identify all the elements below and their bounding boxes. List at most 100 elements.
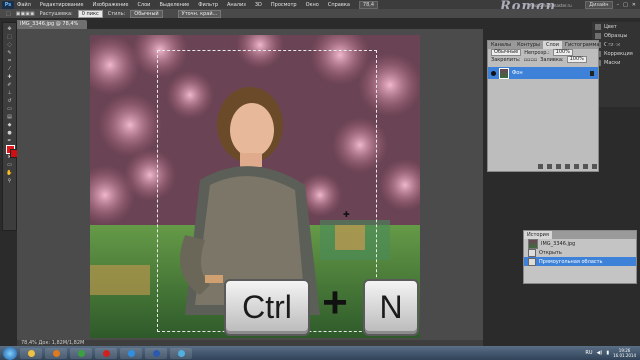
panel-adjustments-label: Коррекция xyxy=(604,50,633,57)
taskbar-app[interactable] xyxy=(95,347,117,359)
refine-edge-button[interactable]: Уточн. край... xyxy=(177,9,222,18)
menu-3d[interactable]: 3D xyxy=(255,2,262,8)
style-select[interactable]: Обычный xyxy=(130,9,163,18)
menu-select[interactable]: Выделение xyxy=(159,2,189,8)
panel-masks-label: Маски xyxy=(604,59,621,66)
stamp-tool-icon[interactable]: ⊥ xyxy=(4,89,15,96)
lock-row: Закрепить: ▫▫▫▫ Заливка: 100% xyxy=(488,56,598,63)
eyedropper-tool-icon[interactable]: ⁄ xyxy=(4,65,15,72)
menu-help[interactable]: Справка xyxy=(328,2,350,8)
tab-channels[interactable]: Каналы xyxy=(488,41,514,49)
blur-tool-icon[interactable]: ◆ xyxy=(4,121,15,128)
eraser-tool-icon[interactable]: ▭ xyxy=(4,105,15,112)
move-tool-icon[interactable]: ✥ xyxy=(4,25,15,32)
start-button[interactable] xyxy=(3,346,17,360)
menu-image[interactable]: Изображение xyxy=(92,2,128,8)
zoom-level[interactable]: 78,4 xyxy=(358,0,379,9)
adjustment-layer-icon[interactable] xyxy=(565,164,570,169)
menu-file[interactable]: Файл xyxy=(17,2,31,8)
taskbar-app[interactable] xyxy=(170,347,192,359)
volume-icon[interactable]: ◀) xyxy=(597,350,603,356)
taskbar-app[interactable] xyxy=(45,347,67,359)
marquee-tool-icon[interactable]: ⬚ xyxy=(6,11,11,17)
crop-tool-icon[interactable]: ⌗ xyxy=(4,57,15,64)
menu-edit[interactable]: Редактирование xyxy=(40,2,84,8)
healing-tool-icon[interactable]: ✚ xyxy=(4,73,15,80)
blend-mode-select[interactable]: Обычные xyxy=(491,49,522,56)
gradient-tool-icon[interactable]: ▤ xyxy=(4,113,15,120)
menu-layers[interactable]: Слои xyxy=(137,2,150,8)
panel-color[interactable]: Цвет xyxy=(592,22,640,31)
eye-icon[interactable] xyxy=(491,70,496,76)
taskbar-app[interactable] xyxy=(70,347,92,359)
layer-thumbnail xyxy=(499,67,509,79)
cursor-icon: ✚ xyxy=(343,210,350,219)
opera-icon xyxy=(102,349,110,357)
minimize-icon[interactable]: – xyxy=(617,2,620,8)
taskbar-app[interactable] xyxy=(145,347,167,359)
tools-panel: ✥ ⬚ ◌ ✎ ⌗ ⁄ ✚ ✐ ⊥ ↺ ▭ ▤ ◆ ● ✒ T ➤ ▭ ✋ ⚲ xyxy=(2,22,19,231)
network-icon[interactable]: ▮ xyxy=(606,350,609,356)
panel-adjustments[interactable]: Коррекция xyxy=(592,49,640,58)
pen-tool-icon[interactable]: ✒ xyxy=(4,137,15,144)
lock-icon xyxy=(590,70,594,76)
clock[interactable]: 19:26 16.01.2014 xyxy=(613,348,636,358)
shape-tool-icon[interactable]: ▭ xyxy=(4,161,15,168)
n-key-overlay: N xyxy=(363,279,419,336)
photoshop-icon xyxy=(127,349,135,357)
photoshop-logo: Ps xyxy=(2,0,14,9)
brush-tool-icon[interactable]: ✐ xyxy=(4,81,15,88)
group-icon[interactable] xyxy=(574,164,579,169)
mask-icon[interactable] xyxy=(556,164,561,169)
options-bar: ⬚ ▣▣▣▣ Растушевка: 0 пикс Стиль: Обычный… xyxy=(0,9,640,19)
language-indicator[interactable]: RU xyxy=(585,350,592,356)
taskbar-app[interactable] xyxy=(120,347,142,359)
lasso-tool-icon[interactable]: ◌ xyxy=(4,41,15,48)
opacity-input[interactable]: 100% xyxy=(552,49,573,56)
layer-name: Фон xyxy=(512,70,523,76)
tab-layers[interactable]: Слои xyxy=(542,41,562,49)
maximize-icon[interactable]: □ xyxy=(623,2,628,8)
menu-filter[interactable]: Фильтр xyxy=(198,2,218,8)
marquee-icon xyxy=(528,257,536,266)
document-tab[interactable]: IMG_3346.jpg @ 78,4% (RGB/8) xyxy=(17,20,87,36)
open-icon xyxy=(528,248,536,257)
blend-row: Обычные Непрозр.: 100% xyxy=(488,49,598,56)
layers-footer xyxy=(538,164,597,169)
fx-icon[interactable] xyxy=(547,164,552,169)
taskbar-app[interactable] xyxy=(20,347,42,359)
close-icon[interactable]: ✕ xyxy=(632,2,636,8)
zoom-tool-icon[interactable]: ⚲ xyxy=(4,177,15,184)
system-tray: RU ◀) ▮ 19:26 16.01.2014 xyxy=(585,348,640,358)
lock-icons[interactable]: ▫▫▫▫ xyxy=(524,57,538,63)
history-brush-tool-icon[interactable]: ↺ xyxy=(4,97,15,104)
tab-histogram[interactable]: Гистограмма xyxy=(562,41,603,49)
fill-input[interactable]: 100% xyxy=(566,56,587,63)
workspace-button[interactable]: Дизайн xyxy=(585,0,613,9)
workspace-controls: Дизайн – □ ✕ xyxy=(585,0,640,9)
history-item-label: Открыть xyxy=(539,249,562,256)
menu-analysis[interactable]: Анализ xyxy=(227,2,246,8)
new-layer-icon[interactable] xyxy=(583,164,588,169)
explorer-icon xyxy=(27,349,35,357)
link-icon[interactable] xyxy=(538,164,543,169)
history-item-active[interactable]: Прямоугольная область xyxy=(524,257,636,266)
tab-paths[interactable]: Контуры xyxy=(514,41,543,49)
dodge-tool-icon[interactable]: ● xyxy=(4,129,15,136)
quick-select-tool-icon[interactable]: ✎ xyxy=(4,49,15,56)
panel-swatches[interactable]: Образцы xyxy=(592,31,640,40)
menu-window[interactable]: Окно xyxy=(306,2,319,8)
opacity-label: Непрозр.: xyxy=(524,49,550,56)
hand-tool-icon[interactable]: ✋ xyxy=(4,169,15,176)
history-snapshot[interactable]: IMG_3346.jpg xyxy=(524,238,636,249)
selection-mode-icons[interactable]: ▣▣▣▣ xyxy=(16,11,35,17)
history-item[interactable]: Открыть xyxy=(524,248,636,257)
menu-view[interactable]: Просмотр xyxy=(271,2,297,8)
panel-masks[interactable]: Маски xyxy=(592,58,640,67)
trash-icon[interactable] xyxy=(592,164,597,169)
tab-info[interactable]: Инфо xyxy=(602,41,622,49)
feather-input[interactable]: 0 пикс xyxy=(77,9,103,18)
layer-row-background[interactable]: Фон xyxy=(488,67,598,79)
history-panel-tabs: История xyxy=(524,231,636,239)
marquee-tool-icon[interactable]: ⬚ xyxy=(4,33,15,40)
